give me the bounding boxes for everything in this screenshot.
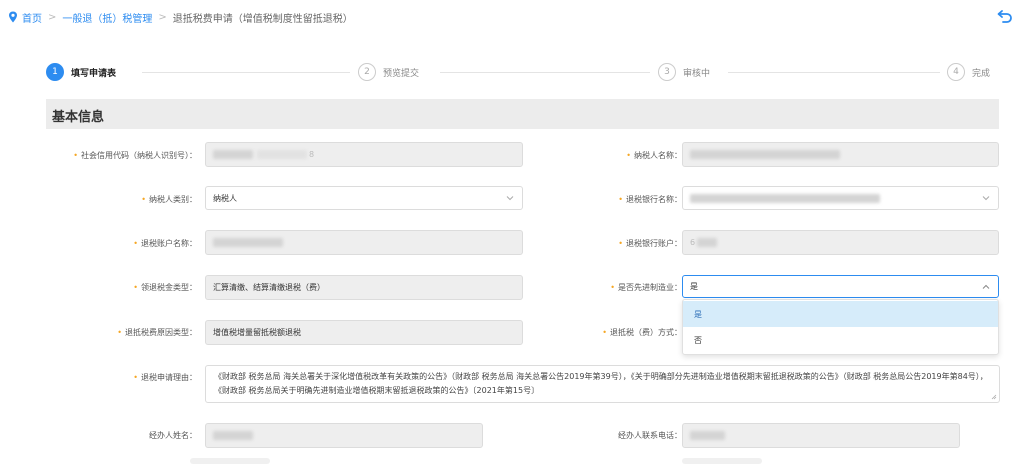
step-2: 2 预览提交 <box>358 63 419 81</box>
step-label: 完成 <box>972 68 991 79</box>
step-connector <box>440 72 650 73</box>
step-number: 3 <box>658 63 676 81</box>
bank-account-field[interactable]: 6 <box>682 230 999 255</box>
dropdown-option-no[interactable]: 否 <box>683 327 998 353</box>
section-header: 基本信息 <box>46 99 999 129</box>
location-pin-icon <box>9 11 17 23</box>
advanced-manufacturing-label: • 是否先进制造业： <box>610 283 682 292</box>
chevron-down-icon <box>982 196 990 201</box>
breadcrumb-level2-link[interactable]: 一般退（抵）税管理 <box>62 10 152 25</box>
step-connector <box>142 72 350 73</box>
section-title: 基本信息 <box>52 110 105 125</box>
step-number: 1 <box>46 63 64 81</box>
agent-name-field[interactable] <box>205 423 483 448</box>
refund-method-label: • 退抵税（费）方式： <box>602 328 682 337</box>
taxpayer-type-select[interactable]: 纳税人 <box>205 186 523 210</box>
bank-account-label: • 退税银行账户： <box>618 239 682 248</box>
refund-type-label: • 领退税金类型： <box>133 283 197 292</box>
dropdown-option-yes[interactable]: 是 <box>683 301 998 327</box>
taxpayer-type-label: • 纳税人类别： <box>141 195 197 204</box>
agent-phone-field[interactable] <box>682 423 960 448</box>
bank-name-select[interactable] <box>682 186 999 210</box>
step-connector <box>728 72 940 73</box>
step-label: 填写申请表 <box>71 68 117 79</box>
step-number: 4 <box>947 63 965 81</box>
credit-code-field[interactable]: 8 <box>205 142 523 167</box>
cutoff-field <box>190 458 270 464</box>
breadcrumb-current: 退抵税费申请（增值税制度性留抵退税） <box>172 13 353 25</box>
chevron-down-icon <box>506 196 514 201</box>
agent-name-label: 经办人姓名： <box>149 431 197 440</box>
step-3: 3 审核中 <box>658 63 710 81</box>
breadcrumb: 首页 > 一般退（抵）税管理 > 退抵税费申请（增值税制度性留抵退税） <box>8 9 353 25</box>
back-arrow-icon <box>997 10 1012 23</box>
advanced-manufacturing-dropdown: 是 否 <box>682 299 999 355</box>
resize-grip-icon[interactable] <box>991 394 997 400</box>
taxpayer-name-label: • 纳税人名称： <box>626 151 682 160</box>
bank-name-label: • 退税银行名称： <box>618 195 682 204</box>
breadcrumb-home-link[interactable]: 首页 <box>22 10 42 25</box>
breadcrumb-separator-icon: > <box>48 11 57 23</box>
step-4: 4 完成 <box>947 63 990 81</box>
refund-reason-textarea[interactable]: 《财政部 税务总局 海关总署关于深化增值税改革有关政策的公告》（财政部 税务总局… <box>205 365 1000 403</box>
refund-reason-label: • 退税申请理由： <box>133 373 197 382</box>
cutoff-field <box>682 458 762 464</box>
step-label: 审核中 <box>683 68 711 79</box>
chevron-up-icon <box>982 284 990 289</box>
step-number: 2 <box>358 63 376 81</box>
refund-reason-type-label: • 退抵税费原因类型： <box>117 328 197 337</box>
step-1: 1 填写申请表 <box>46 63 116 81</box>
taxpayer-name-field[interactable] <box>682 142 999 167</box>
breadcrumb-separator-icon: > <box>158 11 167 23</box>
refund-type-field[interactable]: 汇算清缴、结算清缴退税（费） <box>205 275 523 300</box>
step-label: 预览提交 <box>383 68 420 79</box>
account-name-label: • 退税账户名称： <box>133 239 197 248</box>
account-name-field[interactable] <box>205 230 523 255</box>
advanced-manufacturing-select[interactable]: 是 <box>682 275 999 298</box>
credit-code-label: • 社会信用代码（纳税人识别号）： <box>73 151 197 160</box>
back-button[interactable] <box>994 6 1016 26</box>
agent-phone-label: 经办人联系电话： <box>618 431 682 440</box>
refund-reason-type-field[interactable]: 增值税增量留抵税额退税 <box>205 320 523 345</box>
